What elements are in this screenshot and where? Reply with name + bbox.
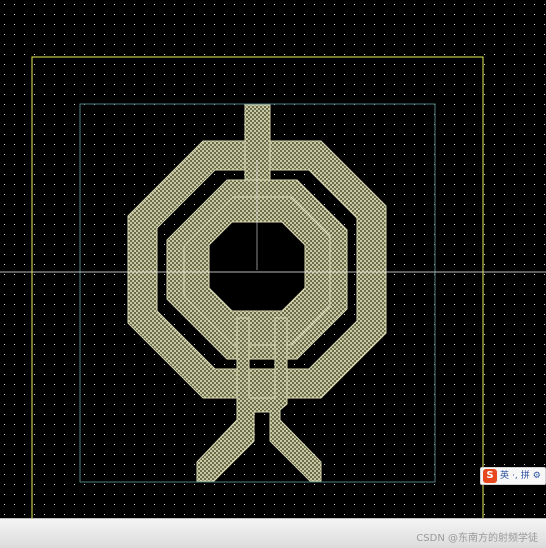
layout-canvas[interactable]: S 英 ·, 拼 ⚙ [0, 0, 546, 518]
ime-punct-toggle[interactable]: ·, [512, 471, 518, 481]
watermark-text: CSDN @东南方的射频学徒 [416, 533, 538, 544]
layout-view[interactable] [0, 0, 546, 518]
gear-icon[interactable]: ⚙ [533, 471, 541, 481]
ime-toolbar[interactable]: S 英 ·, 拼 ⚙ [480, 467, 546, 485]
ime-logo-icon[interactable]: S [483, 469, 497, 483]
ime-mode-toggle[interactable]: 英 [500, 471, 509, 481]
status-bar: CSDN @东南方的射频学徒 [0, 518, 546, 548]
ime-pinyin-label[interactable]: 拼 [521, 471, 530, 481]
